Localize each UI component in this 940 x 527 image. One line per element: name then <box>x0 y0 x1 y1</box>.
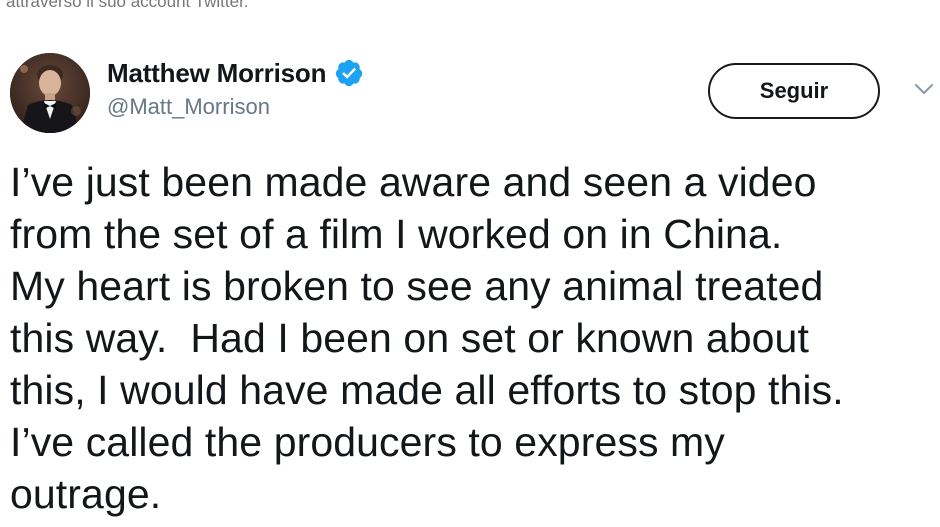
tweet-text-line: I’ve called the producers to express my <box>10 419 725 465</box>
tweet-text: I’ve just been made aware and seen a vid… <box>10 156 935 520</box>
profile-photo <box>10 53 90 133</box>
tweet-author[interactable]: Matthew Morrison @Matt_Morrison <box>107 58 364 120</box>
tweet-text-line: from the set of a film I worked on in Ch… <box>10 211 783 257</box>
chevron-down-icon[interactable] <box>914 82 934 96</box>
tweet-header: Matthew Morrison @Matt_Morrison Seguir <box>10 52 935 133</box>
display-name[interactable]: Matthew Morrison <box>107 58 326 89</box>
avatar[interactable] <box>10 53 90 133</box>
tweet-text-line: this, I would have made all efforts to s… <box>10 367 844 413</box>
tweet-text-line: My heart is broken to see any animal tre… <box>10 263 824 309</box>
tweet-text-line: this way. Had I been on set or known abo… <box>10 315 809 361</box>
user-handle[interactable]: @Matt_Morrison <box>107 94 364 120</box>
verified-badge-icon <box>334 58 364 88</box>
article-caption: attraverso il suo account Twitter. <box>6 0 249 11</box>
tweet-text-line: outrage. <box>10 471 162 517</box>
tweet-text-line: I’ve just been made aware and seen a vid… <box>10 159 817 205</box>
follow-button[interactable]: Seguir <box>708 63 880 119</box>
